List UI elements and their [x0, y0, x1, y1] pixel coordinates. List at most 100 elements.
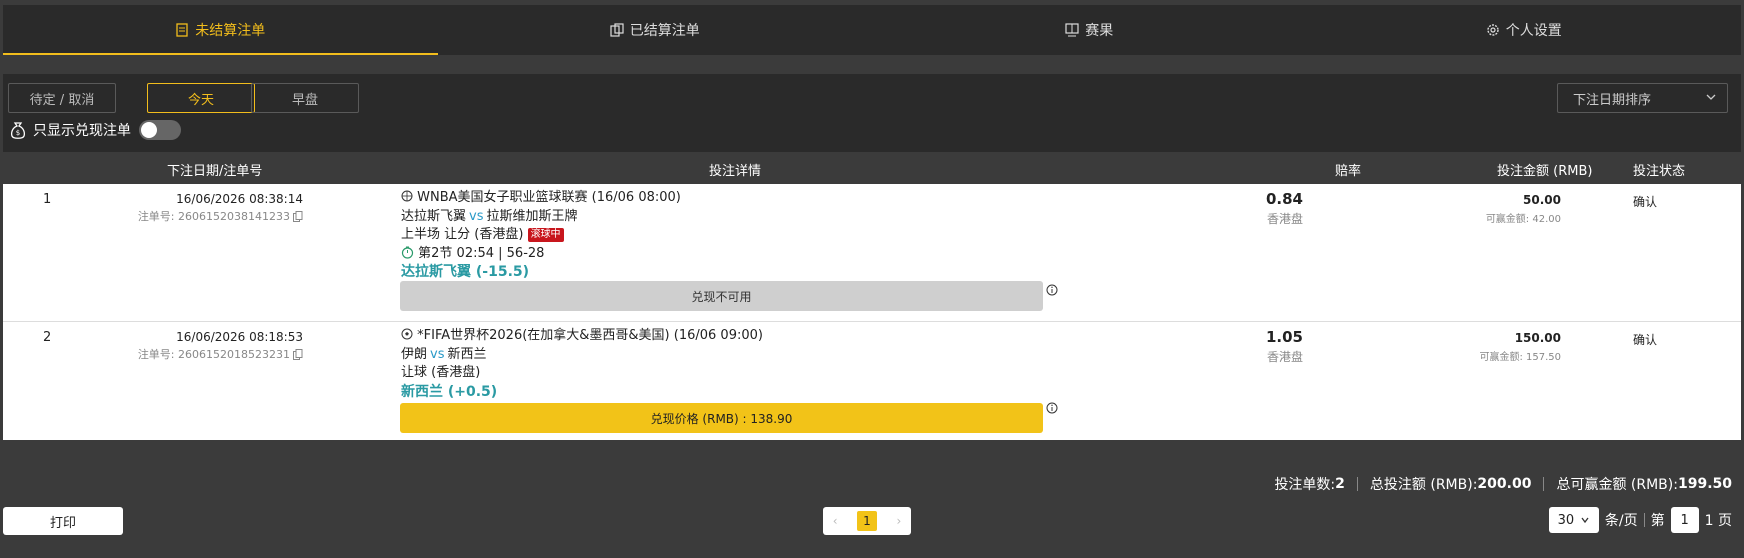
page-button-current[interactable]: 1: [856, 511, 877, 531]
vs-label: vs: [430, 346, 445, 362]
copy-icon[interactable]: [293, 210, 303, 222]
odds-type: 香港盘: [1266, 212, 1303, 226]
next-page-icon[interactable]: ›: [896, 514, 901, 528]
page-size-suffix: 条/页: [1604, 513, 1638, 529]
away-team: 新西兰: [447, 346, 487, 362]
copy-icon[interactable]: [293, 348, 303, 360]
sort-select-value: 下注日期排序: [1573, 92, 1652, 108]
cashout-only-filter: $ 只显示兑现注单: [9, 120, 181, 140]
pagination: ‹ 1 ›: [823, 507, 911, 535]
gear-icon: [1487, 24, 1499, 36]
ticket-icon: [176, 23, 188, 37]
bet-date: 16/06/2026 08:18:53: [176, 330, 303, 344]
print-button[interactable]: 打印: [3, 507, 123, 535]
tab-results[interactable]: 赛果: [872, 5, 1307, 55]
tab-label: 未结算注单: [195, 23, 266, 39]
filter-today-button[interactable]: 今天: [147, 83, 255, 113]
odds-value: 1.05: [1265, 328, 1303, 346]
basketball-icon: [401, 190, 413, 202]
total-win: 199.50: [1677, 476, 1732, 492]
page-suffix: 1 页: [1704, 513, 1732, 529]
league-line: WNBA美国女子职业篮球联赛 (16/06 08:00): [401, 189, 681, 208]
info-icon[interactable]: [1046, 402, 1058, 414]
divider: [1643, 513, 1645, 527]
league-name: WNBA美国女子职业篮球联赛 (16/06 08:00): [417, 190, 681, 205]
page-number-input[interactable]: 1: [1670, 507, 1699, 533]
tab-settings[interactable]: 个人设置: [1307, 5, 1742, 55]
market-line: 让球 (香港盘): [401, 364, 763, 383]
league-name: *FIFA世界杯2026(在加拿大&墨西哥&美国) (16/06 09:00): [417, 328, 763, 343]
bet-summary: 投注单数: 2 总投注额 (RMB): 200.00 总可赢金额 (RMB): 199…: [1274, 474, 1732, 494]
header-status: 投注状态: [1633, 164, 1686, 179]
potential-win: 可赢金额: 157.50: [1479, 352, 1561, 363]
chevron-down-icon: [1706, 94, 1716, 100]
toggle-knob: [141, 122, 157, 138]
total-win-label: 总可赢金额 (RMB):: [1556, 477, 1678, 493]
row-index: 2: [43, 330, 52, 345]
header-date: 下注日期/注单号: [167, 164, 263, 179]
scoreboard-icon: [1065, 23, 1079, 37]
prev-page-icon[interactable]: ‹: [833, 514, 838, 528]
page-size-controls: 30 条/页 第 1 1 页: [1548, 507, 1732, 533]
bets-table: 1 16/06/2026 08:38:14 注单号: 2606152038141…: [3, 184, 1741, 440]
order-number-text: 注单号: 2606152018523231: [137, 348, 290, 361]
order-number: 注单号: 2606152018523231: [103, 346, 303, 362]
filter-early-button[interactable]: 早盘: [251, 83, 359, 113]
market-name: 上半场 让分 (香港盘): [401, 227, 524, 242]
bet-pick: 达拉斯飞翼 (-15.5): [401, 264, 530, 280]
order-number-text: 注单号: 2606152038141233: [137, 210, 290, 223]
divider: [1356, 477, 1358, 491]
match-line: 达拉斯飞翼 vs 拉斯维加斯王牌: [401, 208, 681, 227]
cashout-only-label: 只显示兑现注单: [33, 123, 131, 139]
tab-settled[interactable]: 已结算注单: [438, 5, 873, 55]
odds-value: 0.84: [1265, 190, 1303, 208]
tab-label: 个人设置: [1505, 23, 1562, 39]
home-team: 达拉斯飞翼: [401, 208, 467, 224]
bet-date: 16/06/2026 08:38:14: [176, 192, 303, 206]
tab-label: 已结算注单: [629, 23, 700, 39]
cashout-button[interactable]: 兑现价格 (RMB) : 138.90: [400, 403, 1043, 433]
bet-detail: *FIFA世界杯2026(在加拿大&墨西哥&美国) (16/06 09:00) …: [401, 327, 763, 401]
live-info: 第2节 02:54 | 56-28: [418, 245, 545, 261]
soccer-ball-icon: [401, 328, 413, 340]
live-badge: 滚球中: [527, 227, 564, 242]
page-prefix: 第: [1650, 513, 1665, 529]
match-line: 伊朗 vs 新西兰: [401, 346, 763, 365]
filter-pending-cancel-button[interactable]: 待定 / 取消: [8, 83, 116, 113]
copy-ticket-icon: [610, 23, 624, 37]
top-tabs: 未结算注单 已结算注单 赛果 个人设置: [3, 5, 1741, 55]
stake-amount: 50.00: [1523, 193, 1561, 207]
header-detail: 投注详情: [709, 164, 762, 179]
money-bag-icon: $: [11, 122, 25, 139]
table-header: 下注日期/注单号 投注详情 赔率 投注金额 (RMB) 投注状态: [3, 152, 1741, 184]
bet-count-label: 投注单数:: [1274, 477, 1336, 493]
bet-pick: 新西兰 (+0.5): [401, 383, 498, 400]
market-line: 上半场 让分 (香港盘) 滚球中: [401, 226, 681, 245]
filter-bar: 待定 / 取消 今天 早盘 下注日期排序 $ 只显示兑现注单: [3, 74, 1741, 152]
bet-count: 2: [1335, 476, 1345, 492]
order-number: 注单号: 2606152038141233: [103, 208, 303, 224]
tab-label: 赛果: [1085, 23, 1114, 39]
home-team: 伊朗: [401, 346, 428, 362]
league-line: *FIFA世界杯2026(在加拿大&墨西哥&美国) (16/06 09:00): [401, 327, 763, 346]
cashout-only-toggle[interactable]: [139, 120, 181, 140]
divider: [1543, 477, 1545, 491]
chevron-down-icon: [1581, 517, 1589, 524]
potential-win: 可赢金额: 42.00: [1485, 214, 1561, 225]
table-row: 2 16/06/2026 08:18:53 注单号: 2606152018523…: [3, 322, 1741, 440]
cashout-unavailable-button: 兑现不可用: [400, 281, 1043, 311]
page-size-select[interactable]: 30: [1548, 507, 1599, 533]
header-amount: 投注金额 (RMB): [1497, 164, 1593, 179]
vs-label: vs: [469, 208, 484, 224]
header-odds: 赔率: [1335, 164, 1362, 179]
away-team: 拉斯维加斯王牌: [486, 208, 578, 224]
bet-status: 确认: [1633, 333, 1658, 347]
sort-select[interactable]: 下注日期排序: [1557, 83, 1728, 113]
odds-type: 香港盘: [1266, 350, 1303, 364]
tab-unsettled[interactable]: 未结算注单: [3, 5, 438, 55]
market-name: 让球 (香港盘): [401, 365, 481, 380]
info-icon[interactable]: [1046, 284, 1058, 296]
bet-status: 确认: [1633, 195, 1658, 209]
stake-amount: 150.00: [1514, 331, 1561, 345]
row-index: 1: [43, 192, 52, 207]
